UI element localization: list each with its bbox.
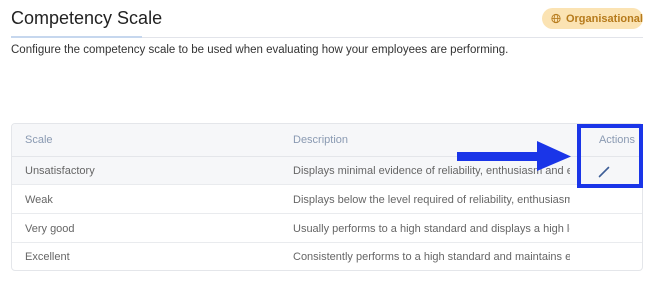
header-divider-accent bbox=[11, 36, 142, 38]
table-row[interactable]: Excellent Consistently performs to a hig… bbox=[12, 243, 642, 270]
scale-cell: Very good bbox=[25, 222, 75, 235]
intro-text: Configure the competency scale to be use… bbox=[11, 44, 509, 56]
page-title: Competency Scale bbox=[11, 8, 163, 28]
scale-cell: Weak bbox=[25, 193, 53, 206]
actions-highlight-box bbox=[577, 124, 643, 188]
description-cell: Usually performs to a high standard and … bbox=[293, 222, 570, 235]
scale-cell: Unsatisfactory bbox=[25, 164, 95, 177]
organisational-badge[interactable]: Organisational bbox=[542, 8, 643, 29]
description-cell: Displays below the level required of rel… bbox=[293, 193, 570, 206]
table-row[interactable]: Weak Displays below the level required o… bbox=[12, 186, 642, 214]
description-cell: Consistently performs to a high standard… bbox=[293, 251, 570, 263]
table-row[interactable]: Very good Usually performs to a high sta… bbox=[12, 215, 642, 243]
column-header-scale[interactable]: Scale bbox=[25, 124, 285, 156]
scale-cell: Excellent bbox=[25, 251, 70, 263]
annotation-arrow bbox=[457, 141, 571, 171]
globe-icon bbox=[551, 13, 561, 24]
badge-label: Organisational bbox=[565, 12, 643, 25]
